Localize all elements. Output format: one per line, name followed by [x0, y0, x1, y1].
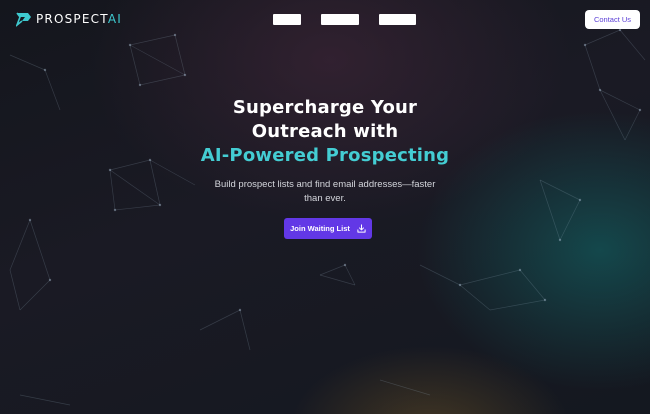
prospect-logo-mark-icon — [16, 12, 31, 27]
hero-subtitle: Build prospect lists and find email addr… — [214, 179, 436, 204]
brand-logo[interactable]: PROSPECTAI — [16, 11, 122, 27]
brand-name-accent: AI — [107, 12, 122, 26]
brand-name-main: PROSPECT — [36, 12, 108, 26]
hero-title-highlight: AI-Powered Prospecting — [200, 145, 450, 166]
background-network-graphic — [9, 28, 646, 406]
top-navigation: PROSPECTAI Contact Us — [0, 0, 650, 38]
nav-link-3[interactable] — [379, 14, 416, 25]
nav-link-2[interactable] — [321, 14, 359, 25]
hero-title-line-2: Outreach with — [251, 121, 399, 142]
join-waiting-list-label: Join Waiting List — [290, 224, 350, 233]
nav-link-1[interactable] — [273, 14, 301, 25]
contact-us-button[interactable]: Contact Us — [585, 10, 640, 29]
hero-title-line-1: Supercharge Your — [232, 97, 418, 118]
join-waiting-list-button[interactable]: Join Waiting List — [284, 218, 372, 239]
download-icon — [357, 224, 366, 233]
brand-name: PROSPECTAI — [36, 12, 122, 26]
